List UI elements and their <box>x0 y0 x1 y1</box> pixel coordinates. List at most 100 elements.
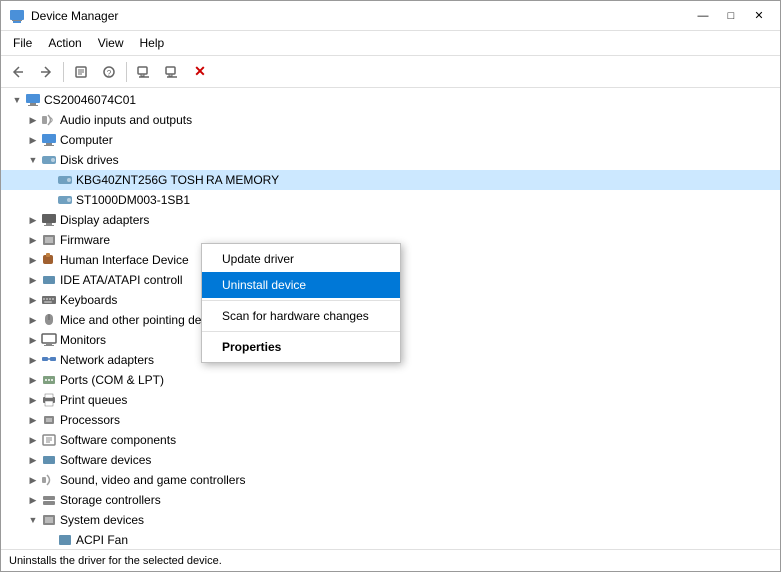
softdev-icon <box>41 452 57 468</box>
ports-icon <box>41 372 57 388</box>
sound-icon <box>41 472 57 488</box>
menu-bar: File Action View Help <box>1 31 780 56</box>
disk2-expand <box>41 192 57 208</box>
storage-label: Storage controllers <box>60 493 161 507</box>
menu-file[interactable]: File <box>5 33 40 53</box>
tree-root[interactable]: CS20046074C01 <box>1 90 780 110</box>
monitors-expand[interactable] <box>25 332 41 348</box>
computer-icon <box>25 92 41 108</box>
ports-expand[interactable] <box>25 372 41 388</box>
processors-label: Processors <box>60 413 120 427</box>
menu-help[interactable]: Help <box>132 33 173 53</box>
menu-view[interactable]: View <box>90 33 132 53</box>
disk-label: Disk drives <box>60 153 119 167</box>
tree-item-processors[interactable]: Processors <box>1 410 780 430</box>
root-expand[interactable] <box>9 92 25 108</box>
uninstall-toolbar-button[interactable] <box>159 60 185 84</box>
tree-item-ports[interactable]: Ports (COM & LPT) <box>1 370 780 390</box>
print-expand[interactable] <box>25 392 41 408</box>
disk2-label: ST1000DM003-1SB1 <box>76 193 192 207</box>
disk-icon <box>41 152 57 168</box>
disk2-icon <box>57 192 73 208</box>
hid-icon <box>41 252 57 268</box>
toolbar: ? ✕ <box>1 56 780 88</box>
window-title: Device Manager <box>31 9 118 23</box>
ide-label: IDE ATA/ATAPI controll <box>60 273 182 287</box>
minimize-button[interactable]: — <box>690 6 716 26</box>
processors-icon <box>41 412 57 428</box>
tree-item-system[interactable]: System devices <box>1 510 780 530</box>
keyboards-expand[interactable] <box>25 292 41 308</box>
sound-expand[interactable] <box>25 472 41 488</box>
toolbar-separator-2 <box>126 62 127 82</box>
disk1-label: KBG40ZNT256G TOSH RA MEMORY <box>76 173 279 187</box>
tree-item-computer[interactable]: Computer <box>1 130 780 150</box>
softcomp-label: Software components <box>60 433 176 447</box>
tree-item-softcomp[interactable]: Software components <box>1 430 780 450</box>
print-icon <box>41 392 57 408</box>
display-expand[interactable] <box>25 212 41 228</box>
system-icon <box>41 512 57 528</box>
context-uninstall-device[interactable]: Uninstall device <box>202 272 400 298</box>
tree-item-acpi1[interactable]: ACPI Fan <box>1 530 780 549</box>
update-driver-toolbar-button[interactable]: ? <box>96 60 122 84</box>
ide-icon <box>41 272 57 288</box>
firmware-expand[interactable] <box>25 232 41 248</box>
audio-expand[interactable] <box>25 112 41 128</box>
computer-expand[interactable] <box>25 132 41 148</box>
audio-label: Audio inputs and outputs <box>60 113 192 127</box>
tree-item-storage[interactable]: Storage controllers <box>1 490 780 510</box>
tree-item-sound[interactable]: Sound, video and game controllers <box>1 470 780 490</box>
tree-item-softdev[interactable]: Software devices <box>1 450 780 470</box>
ports-label: Ports (COM & LPT) <box>60 373 164 387</box>
hid-expand[interactable] <box>25 252 41 268</box>
ide-expand[interactable] <box>25 272 41 288</box>
maximize-button[interactable]: □ <box>718 6 744 26</box>
close-button[interactable]: ✕ <box>746 6 772 26</box>
mice-icon <box>41 312 57 328</box>
network-expand[interactable] <box>25 352 41 368</box>
computer-tree-icon <box>41 132 57 148</box>
print-label: Print queues <box>60 393 127 407</box>
keyboards-icon <box>41 292 57 308</box>
title-bar: Device Manager — □ ✕ <box>1 1 780 31</box>
system-expand[interactable] <box>25 512 41 528</box>
monitors-label: Monitors <box>60 333 106 347</box>
tree-item-disk2[interactable]: ST1000DM003-1SB1 <box>1 190 780 210</box>
disk1-expand <box>41 172 57 188</box>
display-label: Display adapters <box>60 213 149 227</box>
device-manager-window: Device Manager — □ ✕ File Action View He… <box>0 0 781 572</box>
acpi1-icon <box>57 532 73 548</box>
disk-expand[interactable] <box>25 152 41 168</box>
menu-action[interactable]: Action <box>40 33 89 53</box>
tree-item-audio[interactable]: Audio inputs and outputs <box>1 110 780 130</box>
storage-expand[interactable] <box>25 492 41 508</box>
tree-item-display[interactable]: Display adapters <box>1 210 780 230</box>
forward-button[interactable] <box>33 60 59 84</box>
acpi1-label: ACPI Fan <box>76 533 128 547</box>
firmware-label: Firmware <box>60 233 110 247</box>
tree-item-disk[interactable]: Disk drives <box>1 150 780 170</box>
scan-hardware-button[interactable] <box>131 60 157 84</box>
processors-expand[interactable] <box>25 412 41 428</box>
properties-toolbar-button[interactable] <box>68 60 94 84</box>
delete-toolbar-button[interactable]: ✕ <box>187 60 213 84</box>
back-button[interactable] <box>5 60 31 84</box>
toolbar-separator-1 <box>63 62 64 82</box>
title-bar-left: Device Manager <box>9 8 118 24</box>
softdev-expand[interactable] <box>25 452 41 468</box>
context-update-driver[interactable]: Update driver <box>202 246 400 272</box>
status-bar: Uninstalls the driver for the selected d… <box>1 549 780 571</box>
x-icon: ✕ <box>194 63 206 80</box>
tree-item-disk1[interactable]: KBG40ZNT256G TOSH RA MEMORY <box>1 170 780 190</box>
context-scan-hardware[interactable]: Scan for hardware changes <box>202 303 400 329</box>
disk1-icon <box>57 172 73 188</box>
firmware-icon <box>41 232 57 248</box>
monitors-icon <box>41 332 57 348</box>
mice-expand[interactable] <box>25 312 41 328</box>
storage-icon <box>41 492 57 508</box>
tree-item-print[interactable]: Print queues <box>1 390 780 410</box>
softcomp-expand[interactable] <box>25 432 41 448</box>
context-properties[interactable]: Properties <box>202 334 400 360</box>
acpi1-expand <box>41 532 57 548</box>
